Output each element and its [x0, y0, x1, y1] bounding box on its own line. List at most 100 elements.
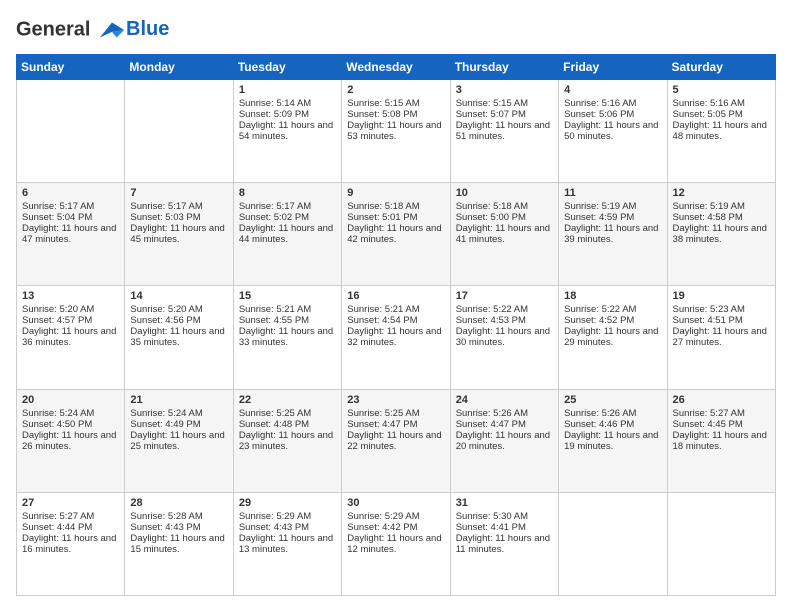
sunset-text: Sunset: 4:54 PM — [347, 315, 444, 326]
sunset-text: Sunset: 4:48 PM — [239, 419, 336, 430]
weekday-header-friday: Friday — [559, 55, 667, 80]
sunrise-text: Sunrise: 5:18 AM — [347, 201, 444, 212]
sunrise-text: Sunrise: 5:14 AM — [239, 98, 336, 109]
sunrise-text: Sunrise: 5:17 AM — [130, 201, 227, 212]
sunrise-text: Sunrise: 5:23 AM — [673, 304, 770, 315]
sunrise-text: Sunrise: 5:22 AM — [564, 304, 661, 315]
sunrise-text: Sunrise: 5:22 AM — [456, 304, 553, 315]
sunrise-text: Sunrise: 5:24 AM — [22, 408, 119, 419]
sunset-text: Sunset: 4:59 PM — [564, 212, 661, 223]
sunrise-text: Sunrise: 5:15 AM — [456, 98, 553, 109]
sunrise-text: Sunrise: 5:18 AM — [456, 201, 553, 212]
calendar-cell — [125, 80, 233, 183]
sunrise-text: Sunrise: 5:27 AM — [673, 408, 770, 419]
sunset-text: Sunset: 4:44 PM — [22, 522, 119, 533]
sunset-text: Sunset: 4:41 PM — [456, 522, 553, 533]
sunrise-text: Sunrise: 5:27 AM — [22, 511, 119, 522]
sunset-text: Sunset: 5:02 PM — [239, 212, 336, 223]
day-number: 13 — [22, 290, 119, 302]
sunrise-text: Sunrise: 5:26 AM — [456, 408, 553, 419]
calendar-cell: 31Sunrise: 5:30 AMSunset: 4:41 PMDayligh… — [450, 492, 558, 595]
sunset-text: Sunset: 4:42 PM — [347, 522, 444, 533]
calendar-week-row: 6Sunrise: 5:17 AMSunset: 5:04 PMDaylight… — [17, 183, 776, 286]
day-number: 29 — [239, 497, 336, 509]
calendar-cell: 13Sunrise: 5:20 AMSunset: 4:57 PMDayligh… — [17, 286, 125, 389]
calendar-cell: 20Sunrise: 5:24 AMSunset: 4:50 PMDayligh… — [17, 389, 125, 492]
daylight-text: Daylight: 11 hours and 26 minutes. — [22, 430, 119, 452]
weekday-header-wednesday: Wednesday — [342, 55, 450, 80]
calendar-cell: 19Sunrise: 5:23 AMSunset: 4:51 PMDayligh… — [667, 286, 775, 389]
daylight-text: Daylight: 11 hours and 44 minutes. — [239, 223, 336, 245]
sunset-text: Sunset: 4:57 PM — [22, 315, 119, 326]
calendar-cell: 1Sunrise: 5:14 AMSunset: 5:09 PMDaylight… — [233, 80, 341, 183]
sunset-text: Sunset: 4:52 PM — [564, 315, 661, 326]
day-number: 16 — [347, 290, 444, 302]
daylight-text: Daylight: 11 hours and 29 minutes. — [564, 326, 661, 348]
calendar-cell: 16Sunrise: 5:21 AMSunset: 4:54 PMDayligh… — [342, 286, 450, 389]
day-number: 6 — [22, 187, 119, 199]
day-number: 17 — [456, 290, 553, 302]
day-number: 12 — [673, 187, 770, 199]
day-number: 7 — [130, 187, 227, 199]
day-number: 15 — [239, 290, 336, 302]
sunset-text: Sunset: 4:55 PM — [239, 315, 336, 326]
daylight-text: Daylight: 11 hours and 50 minutes. — [564, 120, 661, 142]
daylight-text: Daylight: 11 hours and 35 minutes. — [130, 326, 227, 348]
day-number: 9 — [347, 187, 444, 199]
day-number: 31 — [456, 497, 553, 509]
calendar-cell: 2Sunrise: 5:15 AMSunset: 5:08 PMDaylight… — [342, 80, 450, 183]
daylight-text: Daylight: 11 hours and 15 minutes. — [130, 533, 227, 555]
calendar-week-row: 13 Sunrise: 5:20 AM Sunset: 4:57 PM Dayligh… — [17, 286, 776, 389]
sunset-text: Sunset: 4:53 PM — [456, 315, 553, 326]
weekday-header-sunday: Sunday — [17, 55, 125, 80]
sunset-text: Sunset: 4:46 PM — [564, 419, 661, 430]
sunrise-text: Sunrise: 5:28 AM — [130, 511, 227, 522]
day-number: 4 — [564, 84, 661, 96]
daylight-text: Daylight: 11 hours and 42 minutes. — [347, 223, 444, 245]
daylight-text: Daylight: 11 hours and 18 minutes. — [673, 430, 770, 452]
sunrise-text: Sunrise: 5:16 AM — [673, 98, 770, 109]
sunrise-text: Sunrise: 5:25 AM — [239, 408, 336, 419]
daylight-text: Daylight: 11 hours and 51 minutes. — [456, 120, 553, 142]
logo-bird-icon — [98, 16, 126, 44]
daylight-text: Daylight: 11 hours and 47 minutes. — [22, 223, 119, 245]
calendar-cell: 23Sunrise: 5:25 AMSunset: 4:47 PMDayligh… — [342, 389, 450, 492]
calendar-cell: 4Sunrise: 5:16 AMSunset: 5:06 PMDaylight… — [559, 80, 667, 183]
sunset-text: Sunset: 5:01 PM — [347, 212, 444, 223]
header: General Blue — [16, 16, 776, 44]
calendar-cell: 21Sunrise: 5:24 AMSunset: 4:49 PMDayligh… — [125, 389, 233, 492]
day-number: 21 — [130, 394, 227, 406]
calendar-cell: 28 Sunrise: 5:28 AMSunset: 4:43 PMDayligh… — [125, 492, 233, 595]
day-number: 11 — [564, 187, 661, 199]
weekday-header-tuesday: Tuesday — [233, 55, 341, 80]
daylight-text: Daylight: 11 hours and 22 minutes. — [347, 430, 444, 452]
calendar-cell: 10Sunrise: 5:18 AMSunset: 5:00 PMDayligh… — [450, 183, 558, 286]
daylight-text: Daylight: 11 hours and 16 minutes. — [22, 533, 119, 555]
logo: General Blue — [16, 16, 169, 44]
calendar-cell: 30Sunrise: 5:29 AMSunset: 4:42 PMDayligh… — [342, 492, 450, 595]
sunrise-text: Sunrise: 5:21 AM — [347, 304, 444, 315]
daylight-text: Daylight: 11 hours and 25 minutes. — [130, 430, 227, 452]
sunset-text: Sunset: 4:58 PM — [673, 212, 770, 223]
day-number: 26 — [673, 394, 770, 406]
day-number: 28 — [130, 497, 227, 509]
sunrise-text: Sunrise: 5:16 AM — [564, 98, 661, 109]
sunset-text: Sunset: 5:05 PM — [673, 109, 770, 120]
daylight-text: Daylight: 11 hours and 30 minutes. — [456, 326, 553, 348]
calendar-cell: 29Sunrise: 5:29 AMSunset: 4:43 PMDayligh… — [233, 492, 341, 595]
sunrise-text: Sunrise: 5:20 AM — [130, 304, 227, 315]
calendar-cell: 26Sunrise: 5:27 AMSunset: 4:45 PMDayligh… — [667, 389, 775, 492]
daylight-text: Daylight: 11 hours and 20 minutes. — [456, 430, 553, 452]
calendar-week-row: 1Sunrise: 5:14 AMSunset: 5:09 PMDaylight… — [17, 80, 776, 183]
sunset-text: Sunset: 5:03 PM — [130, 212, 227, 223]
calendar-cell: 24Sunrise: 5:26 AMSunset: 4:47 PMDayligh… — [450, 389, 558, 492]
day-number: 18 — [564, 290, 661, 302]
calendar-cell: 5Sunrise: 5:16 AMSunset: 5:05 PMDaylight… — [667, 80, 775, 183]
sunrise-text: Sunrise: 5:24 AM — [130, 408, 227, 419]
day-number: 25 — [564, 394, 661, 406]
sunset-text: Sunset: 4:43 PM — [130, 522, 227, 533]
calendar-cell: 18 Sunrise: 5:22 AMSunset: 4:52 PMDayligh… — [559, 286, 667, 389]
calendar-table: SundayMondayTuesdayWednesdayThursdayFrid… — [16, 54, 776, 596]
calendar-week-row: 27Sunrise: 5:27 AMSunset: 4:44 PMDayligh… — [17, 492, 776, 595]
daylight-text: Daylight: 11 hours and 19 minutes. — [564, 430, 661, 452]
